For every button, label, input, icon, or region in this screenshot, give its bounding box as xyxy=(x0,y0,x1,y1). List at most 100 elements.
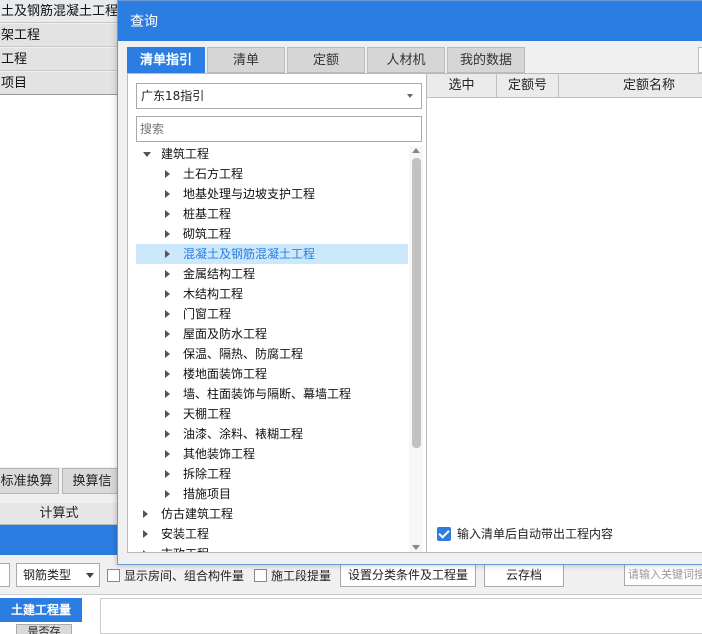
tab-my-data[interactable]: 我的数据 xyxy=(447,47,525,73)
col-quota-number[interactable]: 定额号 xyxy=(497,74,559,98)
bg-tab-standard-conversion[interactable]: 标准换算 xyxy=(0,468,59,494)
dialog-top-right-box[interactable] xyxy=(698,47,702,73)
tab-list-guide[interactable]: 清单指引 xyxy=(127,47,205,73)
auto-bring-checkbox[interactable]: 输入清单后自动带出工程内容 xyxy=(437,525,613,542)
checkbox-icon xyxy=(254,569,267,582)
tree-node[interactable]: 拆除工程 xyxy=(136,464,408,484)
chevron-right-icon[interactable] xyxy=(165,310,170,318)
stage-extract-checkbox[interactable]: 施工段提量 xyxy=(254,567,331,584)
tree-node[interactable]: 市政工程 xyxy=(136,544,408,552)
chevron-right-icon[interactable] xyxy=(143,530,148,538)
dialog-title: 查询 xyxy=(118,1,702,41)
show-rooms-checkbox[interactable]: 显示房间、组合构件量 xyxy=(107,567,244,584)
bg-row-concrete[interactable]: 土及钢筋混凝土工程 xyxy=(0,0,122,23)
tree-node-label: 金属结构工程 xyxy=(183,267,256,281)
tree-node[interactable]: 屋面及防水工程 xyxy=(136,324,408,344)
tree-node-label: 土石方工程 xyxy=(183,167,244,181)
tree-node-label: 建筑工程 xyxy=(161,147,210,161)
chevron-right-icon[interactable] xyxy=(165,190,170,198)
tree-node[interactable]: 建筑工程 xyxy=(136,144,408,164)
tab-civil-quantity[interactable]: 土建工程量 xyxy=(0,598,82,622)
tree-node[interactable]: 土石方工程 xyxy=(136,164,408,184)
chevron-right-icon[interactable] xyxy=(165,430,170,438)
tree-node[interactable]: 仿古建筑工程 xyxy=(136,504,408,524)
tab-quota[interactable]: 定额 xyxy=(287,47,365,73)
chevron-right-icon[interactable] xyxy=(165,330,170,338)
search-input[interactable] xyxy=(136,116,422,142)
tree-node[interactable]: 楼地面装饰工程 xyxy=(136,364,408,384)
chevron-right-icon[interactable] xyxy=(165,390,170,398)
tree-node[interactable]: 墙、柱面装饰与隔断、幕墙工程 xyxy=(136,384,408,404)
tab-labor-material[interactable]: 人材机 xyxy=(367,47,445,73)
grid-header: 选中 定额号 定额名称 xyxy=(427,74,702,98)
tree-scrollbar[interactable] xyxy=(409,146,423,552)
chevron-right-icon[interactable] xyxy=(165,450,170,458)
chevron-right-icon[interactable] xyxy=(165,490,170,498)
chevron-down-icon[interactable] xyxy=(143,152,151,157)
chevron-right-icon[interactable] xyxy=(165,470,170,478)
tree-node-label: 木结构工程 xyxy=(183,287,244,301)
tree-node[interactable]: 保温、隔热、防腐工程 xyxy=(136,344,408,364)
tree-node-label: 保温、隔热、防腐工程 xyxy=(183,347,304,361)
chevron-right-icon[interactable] xyxy=(143,510,148,518)
tree-node-label: 其他装饰工程 xyxy=(183,447,256,461)
sub-tab-save[interactable]: 是否存 xyxy=(16,624,72,634)
col-selected[interactable]: 选中 xyxy=(427,74,497,98)
chevron-right-icon[interactable] xyxy=(165,370,170,378)
tree-node[interactable]: 桩基工程 xyxy=(136,204,408,224)
chevron-right-icon[interactable] xyxy=(165,170,170,178)
toolbar-left-select[interactable] xyxy=(0,563,10,587)
bg-row-project[interactable]: 工程 xyxy=(0,48,118,71)
formula-header: 计算式 xyxy=(0,503,118,525)
tree-node-label: 拆除工程 xyxy=(183,467,232,481)
bg-row-frame[interactable]: 架工程 xyxy=(0,24,118,47)
tree-node[interactable]: 砌筑工程 xyxy=(136,224,408,244)
quota-grid-panel: 选中 定额号 定额名称 输入清单后自动带出工程内容 xyxy=(427,73,702,553)
tree-node-label: 门窗工程 xyxy=(183,307,232,321)
tree-node[interactable]: 措施项目 xyxy=(136,484,408,504)
bg-tab-conversion-info[interactable]: 换算信 xyxy=(62,468,122,494)
tree-node[interactable]: 安装工程 xyxy=(136,524,408,544)
bottom-panel xyxy=(100,598,702,634)
tree-node[interactable]: 天棚工程 xyxy=(136,404,408,424)
tree-node[interactable]: 油漆、涂料、裱糊工程 xyxy=(136,424,408,444)
bg-row-item[interactable]: 项目 xyxy=(0,72,118,95)
tree-node[interactable]: 地基处理与边坡支护工程 xyxy=(136,184,408,204)
set-conditions-button[interactable]: 设置分类条件及工程量 xyxy=(340,563,476,587)
tree-node-label: 砌筑工程 xyxy=(183,227,232,241)
tree-node[interactable]: 其他装饰工程 xyxy=(136,444,408,464)
chevron-right-icon[interactable] xyxy=(165,290,170,298)
chevron-right-icon[interactable] xyxy=(165,230,170,238)
cloud-save-button[interactable]: 云存档 xyxy=(484,563,564,587)
checkbox-icon xyxy=(107,569,120,582)
guide-select[interactable]: 广东18指引 xyxy=(136,83,422,109)
chevron-right-icon[interactable] xyxy=(143,550,148,552)
tree-node-label: 市政工程 xyxy=(161,544,209,552)
col-quota-name[interactable]: 定额名称 xyxy=(559,74,702,98)
rebar-type-value: 钢筋类型 xyxy=(23,568,72,582)
auto-bring-label: 输入清单后自动带出工程内容 xyxy=(457,527,614,541)
chevron-right-icon[interactable] xyxy=(165,210,170,218)
tree-node-label: 安装工程 xyxy=(161,527,210,541)
scroll-up-icon[interactable] xyxy=(412,148,420,153)
chevron-right-icon[interactable] xyxy=(165,270,170,278)
tree-node[interactable]: 金属结构工程 xyxy=(136,264,408,284)
tree-node[interactable]: 混凝土及钢筋混凝土工程 xyxy=(136,244,408,264)
show-rooms-label: 显示房间、组合构件量 xyxy=(124,569,245,583)
scrollbar-thumb[interactable] xyxy=(412,158,421,448)
chevron-right-icon[interactable] xyxy=(165,410,170,418)
guide-tree-panel: 广东18指引 建筑工程土石方工程地基处理与边坡支护工程桩基工程砌筑工程混凝土及钢… xyxy=(127,73,427,553)
chevron-right-icon[interactable] xyxy=(165,350,170,358)
chevron-right-icon[interactable] xyxy=(165,250,170,258)
tree-node-label: 油漆、涂料、裱糊工程 xyxy=(183,427,304,441)
scroll-down-icon[interactable] xyxy=(412,545,420,550)
tree-node[interactable]: 木结构工程 xyxy=(136,284,408,304)
tab-list[interactable]: 清单 xyxy=(207,47,285,73)
keyword-search-input[interactable]: 请输入关键词搜 xyxy=(624,564,702,586)
tree-node-label: 天棚工程 xyxy=(183,407,232,421)
tree-node-label: 措施项目 xyxy=(183,487,232,501)
rebar-type-select[interactable]: 钢筋类型 xyxy=(16,563,100,587)
tree-node-label: 桩基工程 xyxy=(183,207,232,221)
guide-tree: 建筑工程土石方工程地基处理与边坡支护工程桩基工程砌筑工程混凝土及钢筋混凝土工程金… xyxy=(136,144,408,552)
tree-node[interactable]: 门窗工程 xyxy=(136,304,408,324)
